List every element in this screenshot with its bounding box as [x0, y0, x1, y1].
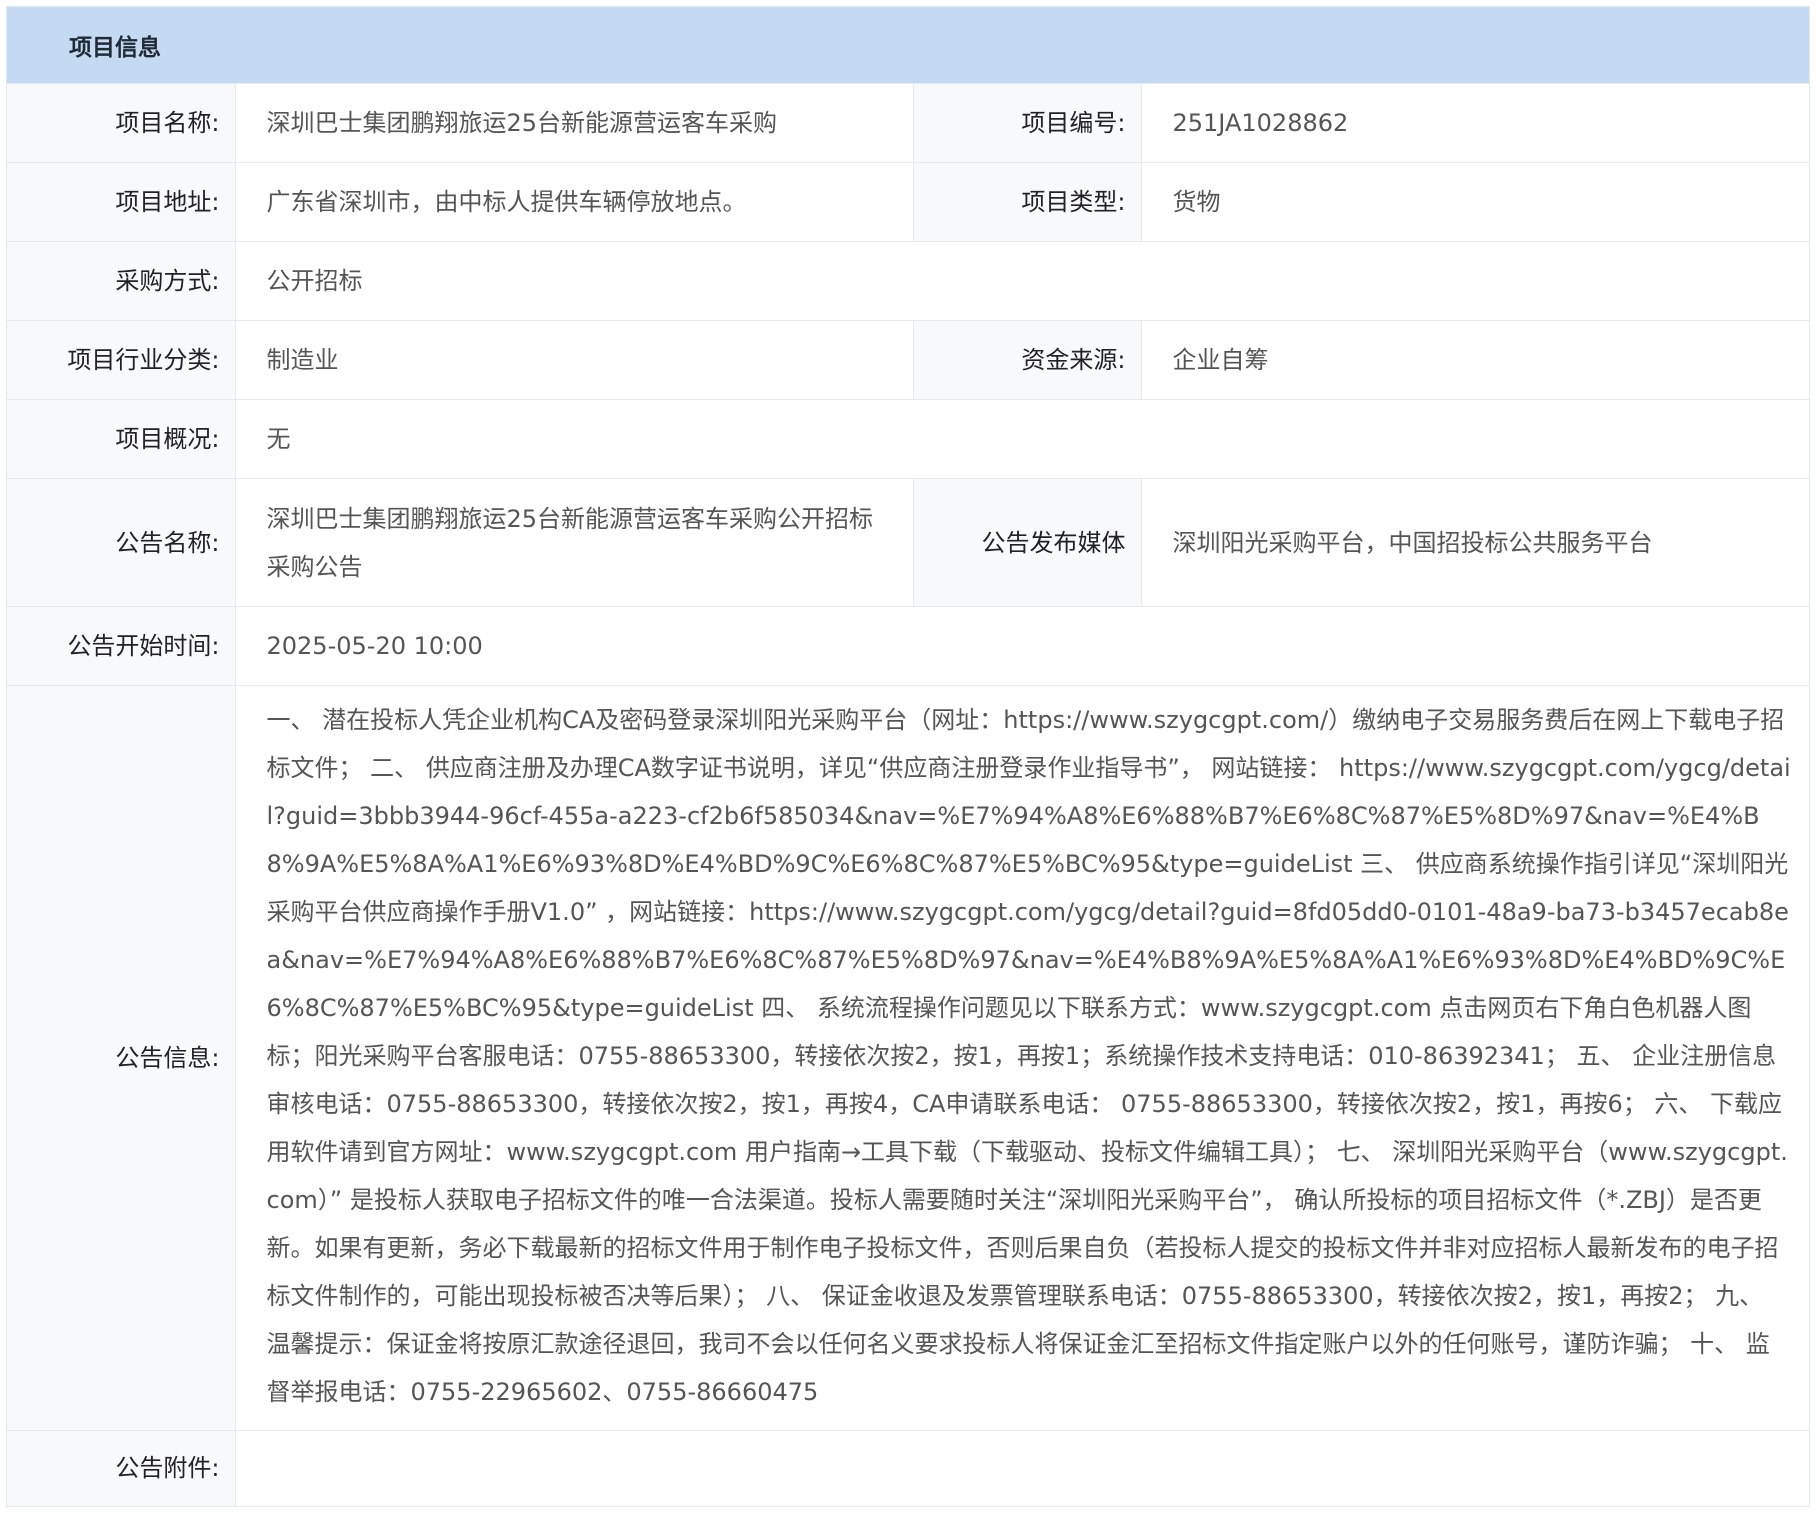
label-fund-source: 资金来源:: [913, 320, 1142, 400]
label-industry: 项目行业分类:: [7, 320, 236, 400]
label-project-type: 项目类型:: [913, 162, 1142, 242]
row-industry: 项目行业分类: 制造业 资金来源: 企业自筹: [7, 320, 1809, 400]
label-purchase-method: 采购方式:: [7, 241, 236, 321]
panel-title: 项目信息: [69, 35, 161, 61]
row-overview: 项目概况: 无: [7, 399, 1809, 479]
value-attachment: [235, 1430, 1809, 1506]
value-notice-media: 深圳阳光采购平台，中国招投标公共服务平台: [1141, 478, 1809, 607]
label-overview: 项目概况:: [7, 399, 236, 479]
value-project-type: 货物: [1141, 162, 1809, 242]
project-info-panel: 项目信息 项目名称: 深圳巴士集团鹏翔旅运25台新能源营运客车采购 项目编号: …: [6, 6, 1810, 1507]
row-notice-name: 公告名称: 深圳巴士集团鹏翔旅运25台新能源营运客车采购公开招标采购公告 公告发…: [7, 478, 1809, 607]
label-attachment: 公告附件:: [7, 1430, 236, 1506]
label-project-address: 项目地址:: [7, 162, 236, 242]
value-overview: 无: [235, 399, 1809, 479]
label-notice-media: 公告发布媒体: [913, 478, 1142, 607]
value-industry: 制造业: [235, 320, 914, 400]
label-notice-start: 公告开始时间:: [7, 606, 236, 686]
project-info-table: 项目名称: 深圳巴士集团鹏翔旅运25台新能源营运客车采购 项目编号: 251JA…: [7, 83, 1809, 1506]
value-project-address: 广东省深圳市，由中标人提供车辆停放地点。: [235, 162, 914, 242]
label-project-name: 项目名称:: [7, 83, 236, 163]
value-notice-info: 一、 潜在投标人凭企业机构CA及密码登录深圳阳光采购平台（网址：https://…: [235, 685, 1809, 1431]
value-project-no: 251JA1028862: [1141, 83, 1809, 163]
value-notice-name: 深圳巴士集团鹏翔旅运25台新能源营运客车采购公开招标采购公告: [235, 478, 914, 607]
row-attachment: 公告附件:: [7, 1430, 1809, 1506]
row-purchase-method: 采购方式: 公开招标: [7, 241, 1809, 321]
label-notice-name: 公告名称:: [7, 478, 236, 607]
row-project-name: 项目名称: 深圳巴士集团鹏翔旅运25台新能源营运客车采购 项目编号: 251JA…: [7, 83, 1809, 163]
row-notice-info: 公告信息: 一、 潜在投标人凭企业机构CA及密码登录深圳阳光采购平台（网址：ht…: [7, 685, 1809, 1431]
value-purchase-method: 公开招标: [235, 241, 1809, 321]
panel-header: 项目信息: [7, 7, 1809, 83]
label-project-no: 项目编号:: [913, 83, 1142, 163]
value-notice-start: 2025-05-20 10:00: [235, 606, 1809, 686]
row-notice-start: 公告开始时间: 2025-05-20 10:00: [7, 606, 1809, 686]
value-fund-source: 企业自筹: [1141, 320, 1809, 400]
label-notice-info: 公告信息:: [7, 685, 236, 1431]
row-project-address: 项目地址: 广东省深圳市，由中标人提供车辆停放地点。 项目类型: 货物: [7, 162, 1809, 242]
value-project-name: 深圳巴士集团鹏翔旅运25台新能源营运客车采购: [235, 83, 914, 163]
